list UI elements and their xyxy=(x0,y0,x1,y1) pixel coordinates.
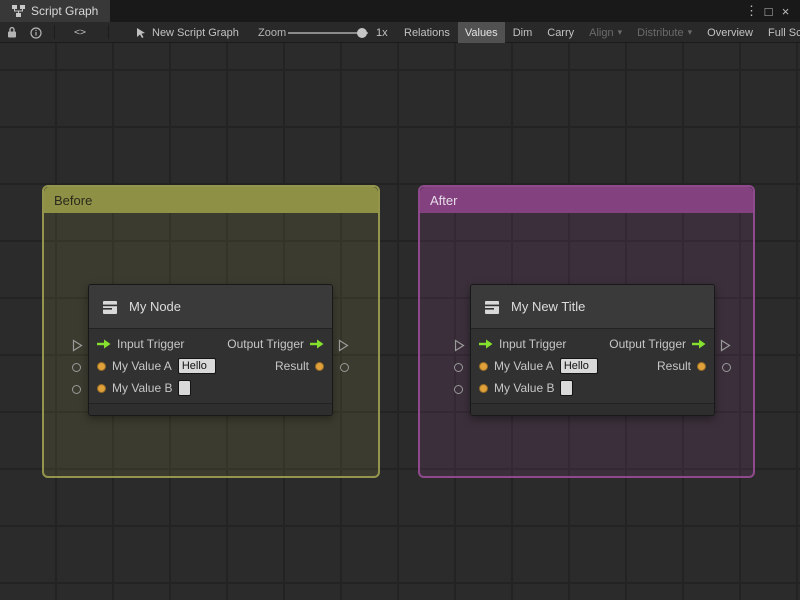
output-trigger-label: Output Trigger xyxy=(609,337,686,351)
graph-toolbar: <> New Script Graph Zoom 1x Relations Va… xyxy=(0,22,800,43)
value-b-port-icon[interactable] xyxy=(479,383,488,393)
node-body: Input Trigger Output Trigger My Value A … xyxy=(89,329,332,403)
zoom-slider[interactable] xyxy=(288,28,368,38)
value-b-port-icon[interactable] xyxy=(97,383,106,393)
unit-icon xyxy=(485,300,499,314)
menu-icon[interactable]: ⋮ xyxy=(743,3,760,19)
node-my-node[interactable]: My Node Input Trigger Output Trigger My … xyxy=(72,284,349,416)
carry-button[interactable]: Carry xyxy=(540,22,581,43)
external-flow-in-socket-icon[interactable] xyxy=(72,339,83,352)
toolbar-separator xyxy=(54,25,55,39)
value-b-row: My Value B xyxy=(471,377,714,399)
graph-canvas[interactable]: Before After My Node Input Trigger Outpu xyxy=(0,43,800,600)
zoom-slider-handle[interactable] xyxy=(357,28,367,38)
zoom-label: Zoom xyxy=(258,26,287,39)
node-footer xyxy=(471,403,714,415)
external-flow-out-socket-icon[interactable] xyxy=(338,339,349,352)
value-a-row: My Value A Result xyxy=(471,355,714,377)
flow-in-port-icon[interactable] xyxy=(97,339,111,349)
external-value-a-socket-icon[interactable] xyxy=(72,363,81,372)
external-value-b-socket-icon[interactable] xyxy=(454,385,463,394)
value-a-input[interactable] xyxy=(559,358,598,374)
relations-button[interactable]: Relations xyxy=(397,22,457,43)
overview-button[interactable]: Overview xyxy=(700,22,760,43)
node-title: My New Title xyxy=(511,299,586,314)
input-trigger-label: Input Trigger xyxy=(499,337,567,351)
window-tab-bar: Script Graph ⋮ □ × xyxy=(0,0,800,22)
value-a-port-icon[interactable] xyxy=(97,361,106,371)
external-flow-out-socket-icon[interactable] xyxy=(720,339,731,352)
maximize-icon[interactable]: □ xyxy=(760,4,777,19)
trigger-row: Input Trigger Output Trigger xyxy=(89,333,332,355)
flow-out-port-icon[interactable] xyxy=(310,339,324,349)
value-a-port-icon[interactable] xyxy=(479,361,488,371)
result-label: Result xyxy=(656,359,691,373)
value-a-label: My Value A xyxy=(112,359,172,373)
external-result-socket-icon[interactable] xyxy=(722,363,731,372)
node-my-new-title[interactable]: My New Title Input Trigger Output Trigge… xyxy=(454,284,731,416)
unit-icon xyxy=(103,300,117,314)
output-trigger-label: Output Trigger xyxy=(227,337,304,351)
code-view-icon[interactable]: <> xyxy=(74,22,86,43)
distribute-button[interactable]: Distribute ▾ xyxy=(630,22,699,43)
node-body: Input Trigger Output Trigger My Value A … xyxy=(471,329,714,403)
fullscreen-button[interactable]: Full Scr xyxy=(761,22,800,43)
flow-in-port-icon[interactable] xyxy=(479,339,493,349)
toolbar-buttons: Relations Values Dim Carry Align ▾ Distr… xyxy=(397,22,800,43)
tab-script-graph[interactable]: Script Graph xyxy=(0,0,111,22)
script-graph-icon xyxy=(12,5,25,17)
trigger-row: Input Trigger Output Trigger xyxy=(471,333,714,355)
external-result-socket-icon[interactable] xyxy=(340,363,349,372)
value-b-label: My Value B xyxy=(112,381,173,395)
value-b-label: My Value B xyxy=(494,381,555,395)
chevron-down-icon: ▾ xyxy=(617,27,623,37)
window-controls: ⋮ □ × xyxy=(743,0,800,22)
external-flow-in-socket-icon[interactable] xyxy=(454,339,465,352)
result-port-icon[interactable] xyxy=(697,361,706,371)
graph-pointer-icon xyxy=(136,22,148,43)
value-b-input[interactable] xyxy=(178,380,192,396)
node-footer xyxy=(89,403,332,415)
values-button[interactable]: Values xyxy=(457,22,505,43)
node-header[interactable]: My Node xyxy=(89,285,332,329)
value-b-input[interactable] xyxy=(560,380,574,396)
zoom-value: 1x xyxy=(376,26,388,39)
external-value-b-socket-icon[interactable] xyxy=(72,385,81,394)
input-trigger-label: Input Trigger xyxy=(117,337,185,351)
chevron-down-icon: ▾ xyxy=(687,27,693,37)
group-after-header[interactable]: After xyxy=(420,187,753,213)
group-title: Before xyxy=(54,192,93,208)
group-title: After xyxy=(430,192,458,208)
value-a-input[interactable] xyxy=(177,358,216,374)
close-icon[interactable]: × xyxy=(777,4,794,19)
graph-name-label[interactable]: New Script Graph xyxy=(152,22,239,43)
node-title: My Node xyxy=(129,299,182,314)
value-b-row: My Value B xyxy=(89,377,332,399)
result-port-icon[interactable] xyxy=(315,361,324,371)
info-icon[interactable] xyxy=(30,22,42,43)
value-a-label: My Value A xyxy=(494,359,554,373)
external-value-a-socket-icon[interactable] xyxy=(454,363,463,372)
group-before-header[interactable]: Before xyxy=(44,187,378,213)
align-button[interactable]: Align ▾ xyxy=(582,22,629,43)
value-a-row: My Value A Result xyxy=(89,355,332,377)
tab-title: Script Graph xyxy=(31,4,99,18)
toolbar-separator xyxy=(108,25,109,39)
flow-out-port-icon[interactable] xyxy=(692,339,706,349)
node-header[interactable]: My New Title xyxy=(471,285,714,329)
dim-button[interactable]: Dim xyxy=(506,22,540,43)
lock-icon[interactable] xyxy=(7,22,17,43)
result-label: Result xyxy=(274,359,309,373)
